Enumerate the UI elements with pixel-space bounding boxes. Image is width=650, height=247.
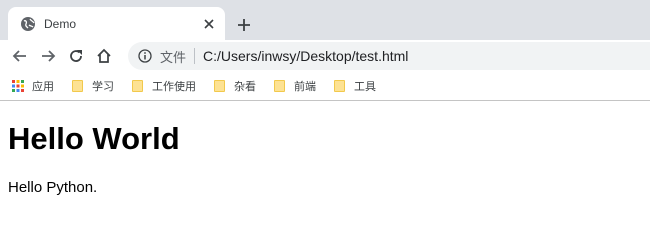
folder-icon (214, 80, 226, 92)
new-tab-button[interactable] (234, 15, 254, 35)
browser-toolbar: 文件 C:/Users/inwsy/Desktop/test.html (0, 40, 650, 72)
apps-grid-icon (12, 80, 24, 92)
bookmark-label: 杂看 (234, 81, 256, 93)
reload-button[interactable] (62, 42, 90, 70)
reload-icon (70, 50, 82, 62)
bookmark-folder-misc[interactable]: 杂看 (214, 78, 256, 94)
bookmark-label: 工作使用 (152, 81, 196, 93)
home-button[interactable] (90, 42, 118, 70)
url-text[interactable]: C:/Users/inwsy/Desktop/test.html (203, 48, 408, 64)
info-icon[interactable] (138, 49, 152, 63)
plus-icon (238, 19, 250, 31)
page-heading: Hello World (8, 121, 180, 156)
tab-demo[interactable]: Demo (8, 7, 225, 40)
back-button[interactable] (6, 42, 34, 70)
bookmark-label: 学习 (92, 81, 114, 93)
bookmark-label: 应用 (32, 81, 54, 93)
tab-strip: Demo (0, 0, 650, 40)
back-arrow-icon (12, 50, 26, 62)
forward-button[interactable] (34, 42, 62, 70)
globe-icon (20, 16, 36, 32)
omnibox-divider (194, 48, 196, 64)
tab-title: Demo (44, 16, 77, 31)
bookmark-label: 前端 (294, 81, 316, 93)
bookmark-folder-work[interactable]: 工作使用 (132, 78, 196, 94)
bookmark-apps[interactable]: 应用 (12, 78, 54, 94)
page-content: Hello World Hello Python. (0, 121, 650, 196)
close-icon[interactable] (201, 16, 217, 32)
bookmark-folder-frontend[interactable]: 前端 (274, 78, 316, 94)
page-paragraph: Hello Python. (8, 179, 98, 196)
folder-icon (334, 80, 346, 92)
folder-icon (274, 80, 286, 92)
folder-icon (132, 80, 144, 92)
address-bar[interactable]: 文件 C:/Users/inwsy/Desktop/test.html (128, 42, 650, 70)
bookmarks-bar: 应用 学习 工作使用 杂看 前端 工具 (0, 72, 650, 101)
home-icon (97, 48, 111, 63)
folder-icon (72, 80, 84, 92)
bookmark-folder-tools[interactable]: 工具 (334, 78, 376, 94)
bookmark-label: 工具 (354, 81, 376, 93)
scheme-label: 文件 (160, 49, 187, 65)
bookmark-folder-study[interactable]: 学习 (72, 78, 114, 94)
forward-arrow-icon (42, 50, 56, 62)
